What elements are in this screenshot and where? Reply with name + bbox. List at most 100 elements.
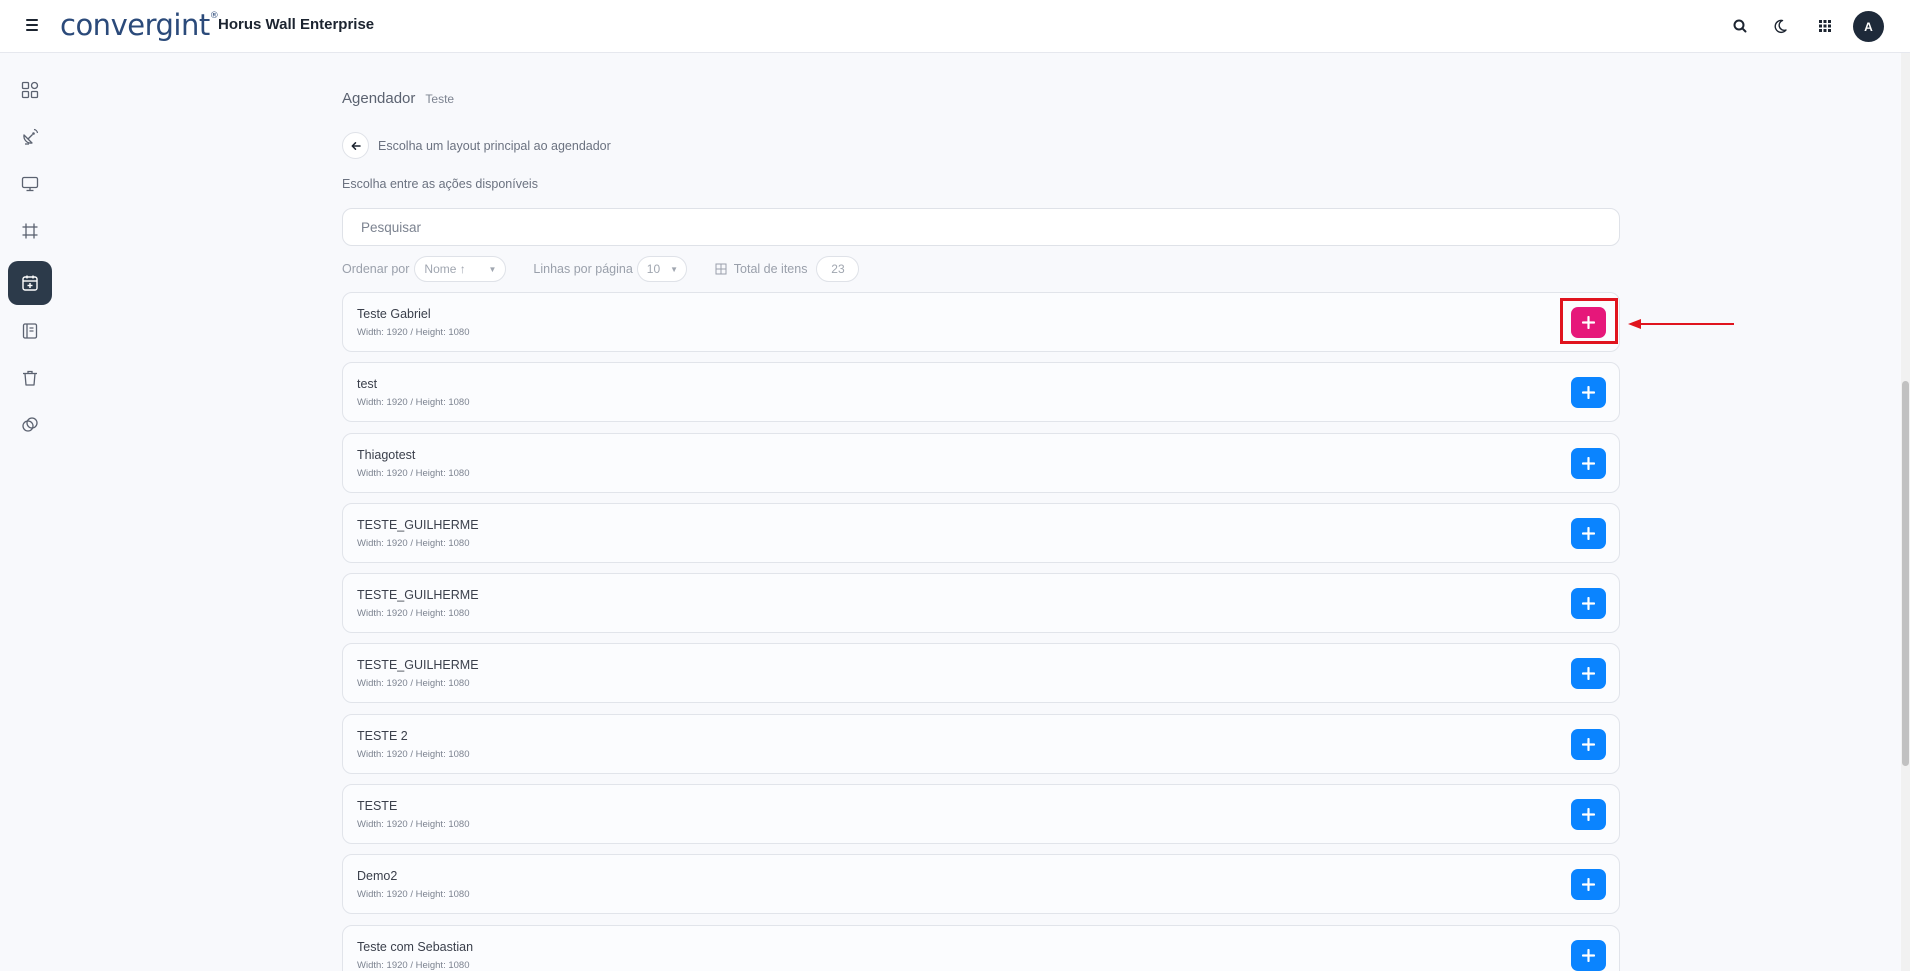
list-item: TESTE_GUILHERME Width: 1920 / Height: 10…	[342, 573, 1620, 634]
sidebar-item-integrations[interactable]	[8, 403, 52, 447]
page-scrollbar[interactable]	[1901, 53, 1910, 971]
sort-value: Nome ↑	[424, 262, 466, 276]
arrow-left-icon	[351, 141, 361, 150]
add-layout-button[interactable]	[1571, 799, 1606, 831]
breadcrumb-scheduler[interactable]: Agendador	[342, 90, 415, 107]
sidebar	[0, 53, 60, 971]
sidebar-item-sources[interactable]	[8, 115, 52, 159]
layout-list: Teste Gabriel Width: 1920 / Height: 1080…	[342, 292, 1620, 971]
layout-dimensions: Width: 1920 / Height: 1080	[357, 678, 470, 690]
satellite-dish-icon	[23, 128, 39, 145]
layout-name: Teste Gabriel	[357, 307, 431, 321]
app-title: Horus Wall Enterprise	[218, 16, 375, 33]
total-items-label: Total de itens	[733, 262, 808, 276]
top-bar: convergint® Horus Wall Enterprise A	[0, 0, 1910, 53]
add-layout-button[interactable]	[1571, 939, 1606, 971]
layout-name: test	[357, 377, 378, 392]
back-row: Escolha um layout principal ao agendador	[342, 132, 611, 159]
add-layout-button[interactable]	[1571, 588, 1606, 620]
sort-label: Ordenar por	[342, 262, 410, 276]
sidebar-item-reports[interactable]	[8, 309, 52, 353]
copy-icon	[22, 417, 38, 432]
frame-icon	[22, 223, 38, 239]
rows-per-page-value: 10	[646, 262, 661, 276]
sidebar-item-scheduler[interactable]	[8, 261, 52, 305]
sidebar-item-monitors[interactable]	[8, 162, 52, 206]
layout-dimensions: Width: 1920 / Height: 1080	[357, 397, 470, 409]
rows-per-page-label: Linhas por página	[533, 262, 633, 276]
sidebar-item-trash[interactable]	[8, 356, 52, 400]
add-layout-button[interactable]	[1571, 307, 1606, 338]
add-layout-button[interactable]	[1571, 869, 1606, 901]
layout-dimensions: Width: 1920 / Height: 1080	[357, 959, 470, 971]
plus-icon	[1582, 948, 1595, 962]
layout-name: TESTE 2	[357, 728, 408, 743]
add-layout-button[interactable]	[1571, 377, 1606, 409]
layout-name: TESTE	[357, 799, 398, 814]
apps-grid-icon[interactable]	[1814, 15, 1836, 37]
chevron-down-icon: ▼	[488, 264, 497, 274]
layout-name: TESTE_GUILHERME	[357, 588, 479, 603]
list-item: Thiagotest Width: 1920 / Height: 1080	[342, 432, 1620, 493]
layout-dimensions: Width: 1920 / Height: 1080	[357, 748, 470, 760]
avatar[interactable]: A	[1853, 11, 1884, 42]
layout-dimensions: Width: 1920 / Height: 1080	[357, 819, 470, 831]
calendar-plus-icon	[22, 275, 38, 291]
layout-dimensions: Width: 1920 / Height: 1080	[357, 889, 470, 901]
plus-icon	[1582, 878, 1595, 892]
search-icon[interactable]	[1729, 15, 1751, 37]
list-item: test Width: 1920 / Height: 1080	[342, 362, 1620, 423]
page-title: Escolha um layout principal ao agendador	[378, 138, 611, 153]
plus-icon	[1582, 316, 1595, 329]
actions-hint: Escolha entre as ações disponíveis	[342, 177, 538, 191]
search-input[interactable]	[342, 208, 1620, 246]
layout-dimensions: Width: 1920 / Height: 1080	[357, 537, 470, 549]
plus-icon	[1582, 737, 1595, 751]
book-icon	[22, 323, 38, 339]
monitor-icon	[21, 176, 39, 192]
plus-icon	[1582, 456, 1595, 470]
list-item: Demo2 Width: 1920 / Height: 1080	[342, 854, 1620, 915]
annotation-arrow-icon	[1628, 319, 1734, 329]
layout-name: Teste com Sebastian	[357, 939, 474, 954]
add-layout-button[interactable]	[1571, 447, 1606, 479]
list-item: Teste Gabriel Width: 1920 / Height: 1080	[342, 292, 1620, 352]
list-item: Teste com Sebastian Width: 1920 / Height…	[342, 924, 1620, 971]
convergint-logo[interactable]: convergint®	[60, 8, 219, 42]
dashboard-icon	[21, 81, 39, 99]
sidebar-item-dashboard[interactable]	[8, 68, 52, 112]
add-layout-button[interactable]	[1571, 728, 1606, 760]
plus-icon	[1582, 808, 1595, 822]
hamburger-icon[interactable]	[24, 15, 40, 35]
trash-icon	[23, 370, 37, 386]
plus-icon	[1582, 597, 1595, 611]
list-filters: Ordenar por Nome ↑ ▼ Linhas por página 10…	[342, 256, 860, 282]
grid-icon	[715, 263, 727, 275]
list-item: TESTE_GUILHERME Width: 1920 / Height: 10…	[342, 643, 1620, 704]
breadcrumb: Agendador Teste	[342, 90, 454, 107]
list-item: TESTE Width: 1920 / Height: 1080	[342, 784, 1620, 845]
chevron-down-icon: ▼	[670, 264, 679, 274]
layout-dimensions: Width: 1920 / Height: 1080	[357, 467, 470, 479]
layout-name: TESTE_GUILHERME	[357, 658, 479, 673]
breadcrumb-current: Teste	[425, 92, 455, 106]
total-items-badge: 23	[816, 256, 860, 282]
rows-per-page-select[interactable]: 10 ▼	[636, 256, 687, 282]
layout-name: Demo2	[357, 869, 398, 884]
layout-name: Thiagotest	[357, 447, 416, 462]
list-item: TESTE 2 Width: 1920 / Height: 1080	[342, 713, 1620, 774]
add-layout-button[interactable]	[1571, 517, 1606, 549]
add-layout-button[interactable]	[1571, 658, 1606, 690]
plus-icon	[1582, 386, 1595, 400]
plus-icon	[1582, 526, 1595, 540]
plus-icon	[1582, 667, 1595, 681]
scrollbar-thumb[interactable]	[1902, 381, 1909, 766]
back-button[interactable]	[342, 132, 369, 159]
sidebar-item-layouts[interactable]	[8, 209, 52, 253]
layout-name: TESTE_GUILHERME	[357, 517, 479, 532]
list-item: TESTE_GUILHERME Width: 1920 / Height: 10…	[342, 502, 1620, 563]
moon-icon[interactable]	[1769, 15, 1791, 37]
sort-select[interactable]: Nome ↑ ▼	[414, 256, 507, 282]
layout-dimensions: Width: 1920 / Height: 1080	[357, 608, 470, 620]
layout-dimensions: Width: 1920 / Height: 1080	[357, 327, 470, 338]
